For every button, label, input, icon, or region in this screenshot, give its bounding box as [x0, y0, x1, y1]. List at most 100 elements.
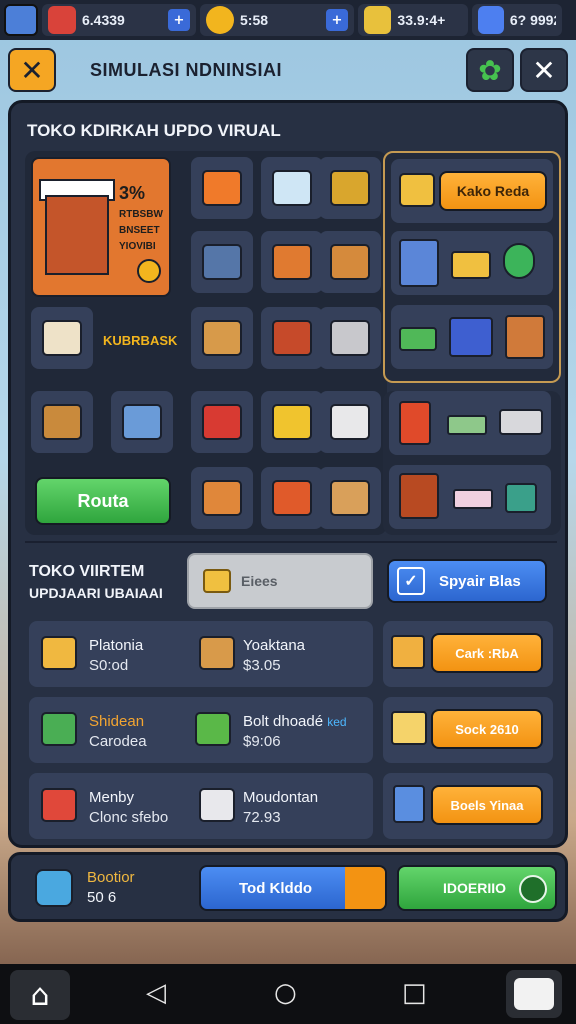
shop-tile[interactable] — [31, 307, 93, 369]
magnifier-icon — [503, 243, 535, 279]
shop-tile[interactable] — [261, 307, 323, 369]
shop-tile[interactable] — [391, 231, 553, 295]
shop-tile[interactable] — [389, 391, 551, 455]
add-button[interactable]: + — [168, 9, 190, 31]
buy-button[interactable]: Kako Reda — [439, 171, 547, 211]
blue-action-button[interactable]: ✓ Spyair Blas — [387, 559, 547, 603]
shop-tile[interactable] — [319, 157, 381, 219]
featured-store-card[interactable]: 3% RTBSBW BNSEET YIOVIBI — [31, 157, 171, 297]
gray-button[interactable]: Eiees — [187, 553, 373, 609]
shop-tile[interactable] — [191, 307, 253, 369]
item-name[interactable]: Platonia — [89, 637, 143, 654]
resource-coin: 5:58 + — [200, 4, 354, 36]
shop-tile[interactable] — [191, 157, 253, 219]
resource-value: 6? 9992 — [509, 12, 556, 28]
paper-stack-icon — [199, 788, 235, 822]
plant-box-icon — [202, 480, 242, 516]
dice-icon — [514, 978, 554, 1010]
green-footer-label: IDOERIIO — [443, 880, 507, 896]
silver-car-icon — [330, 320, 370, 356]
shop-grid: 3% RTBSBW BNSEET YIOVIBI KUBRBASK Routa — [25, 151, 387, 535]
red-gem-icon — [48, 6, 76, 34]
blue-footer-label: Tod Klddo — [239, 879, 313, 897]
item-name[interactable]: Bolt dhoadé ked — [243, 713, 347, 730]
item-name-text: Bolt dhoadé — [243, 713, 324, 730]
item-name[interactable]: Shidean — [89, 713, 144, 730]
resource-value: 5:58 — [240, 12, 269, 28]
brown-safe-icon — [399, 473, 439, 519]
item-price: Carodea — [89, 733, 147, 750]
shop-tile[interactable] — [191, 231, 253, 293]
recents-icon[interactable]: □ — [402, 978, 427, 1008]
resource-value: 33.9:4+ — [397, 12, 446, 28]
cardboard-box-icon — [330, 480, 370, 516]
shop-tile[interactable] — [391, 305, 553, 369]
shop-tile[interactable] — [31, 391, 93, 453]
game-controller-icon[interactable] — [506, 970, 562, 1018]
item-price: 72.93 — [243, 809, 281, 826]
box-icon — [399, 173, 435, 207]
featured-line: BNSEET — [119, 225, 160, 236]
red-van-icon — [202, 404, 242, 440]
resource-value: 6.4339 — [82, 12, 125, 28]
shop-tile[interactable] — [111, 391, 173, 453]
red-shelf-icon — [41, 788, 77, 822]
menu-icon[interactable] — [4, 4, 38, 36]
shop-tile[interactable] — [319, 231, 381, 293]
side-card: Cark :RbA — [383, 621, 553, 687]
home-app-button[interactable]: ⌂ — [10, 970, 70, 1020]
shop-tile[interactable] — [261, 467, 323, 529]
x-icon[interactable]: ✕ — [8, 48, 56, 92]
item-row: Platonia S0:od Yoaktana $3.05 — [29, 621, 373, 687]
coin-icon — [137, 259, 161, 283]
add-button[interactable]: + — [326, 9, 348, 31]
route-button[interactable]: Routa — [35, 477, 171, 525]
shop-tile[interactable] — [191, 391, 253, 453]
treasure-box-icon — [41, 636, 77, 670]
shop-panel: TOKO KDIRKAH UPDO VIRUAL 3% RTBSBW BNSEE… — [8, 100, 568, 848]
close-icon[interactable]: ✕ — [520, 48, 568, 92]
side-buy-button[interactable]: Cark :RbA — [431, 633, 543, 673]
yellow-machine-icon — [272, 404, 312, 440]
side-buy-button[interactable]: Sock 2610 — [431, 709, 543, 749]
resource-blue-gem: 6? 9992 — [472, 4, 562, 36]
shop-tile[interactable] — [319, 307, 381, 369]
gold-stack-icon — [451, 251, 491, 279]
blue-footer-button[interactable]: Tod Klddo — [199, 865, 387, 911]
home-circle-icon[interactable]: ○ — [274, 978, 297, 1008]
shop-tile[interactable] — [261, 157, 323, 219]
back-icon[interactable]: ◁ — [146, 978, 166, 1008]
market-stall-icon — [505, 315, 545, 359]
store-icon — [45, 195, 109, 275]
system-nav-bar: ⌂ ◁ ○ □ — [0, 964, 576, 1024]
gold-coin-icon — [206, 6, 234, 34]
mailbox-icon — [272, 170, 312, 206]
green-gear-icon[interactable]: ✿ — [466, 48, 514, 92]
shop-tile[interactable] — [319, 391, 381, 453]
shop-tile[interactable] — [261, 391, 323, 453]
green-footer-button[interactable]: IDOERIIO — [397, 865, 557, 911]
checkbox-icon: ✓ — [397, 567, 425, 595]
bottom-bar: Bootior 50 6 Tod Klddo IDOERIIO — [8, 852, 568, 922]
item-name[interactable]: Menby — [89, 789, 134, 806]
items-title: TOKO VIIRTEM — [29, 563, 145, 580]
side-buy-button[interactable]: Boels Yinaa — [431, 785, 543, 825]
shop-tile[interactable] — [261, 231, 323, 293]
item-name[interactable]: Moudontan — [243, 789, 318, 806]
newspaper-icon — [330, 404, 370, 440]
red-cabinet-icon — [399, 401, 431, 445]
item-name[interactable]: Yoaktana — [243, 637, 305, 654]
blue-truck-icon — [202, 244, 242, 280]
divider — [25, 541, 557, 543]
monitor-icon — [391, 635, 425, 669]
kurbrask-label: KUBRBASK — [103, 333, 178, 348]
shop-tile[interactable] — [319, 467, 381, 529]
card-reader-icon — [499, 409, 543, 435]
featured-right-panel: Kako Reda — [383, 151, 561, 383]
gold-pile-icon — [203, 569, 231, 593]
resource-gold: 33.9:4+ — [358, 4, 468, 36]
teal-box-icon — [505, 483, 537, 513]
shop-tile[interactable] — [191, 467, 253, 529]
building-icon — [399, 239, 439, 287]
shop-tile[interactable] — [389, 465, 551, 529]
